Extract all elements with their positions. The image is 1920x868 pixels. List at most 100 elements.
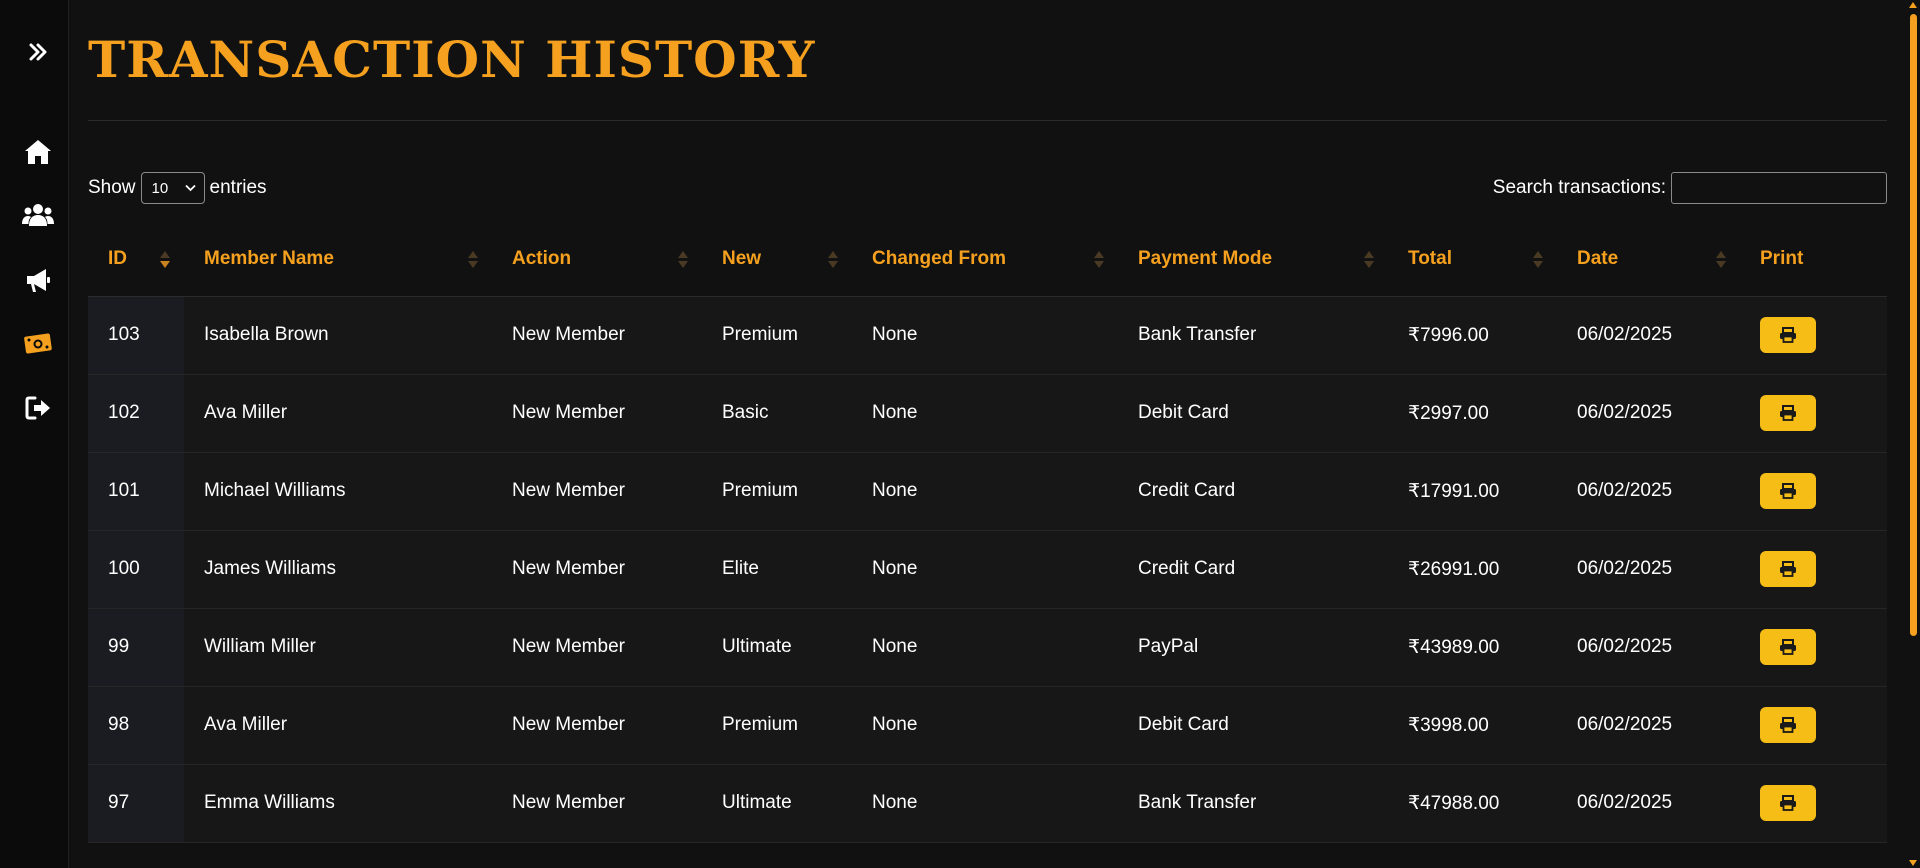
cell-new: Premium bbox=[702, 452, 852, 531]
cell-action: New Member bbox=[492, 686, 702, 765]
cell-changed-from: None bbox=[852, 296, 1118, 375]
sort-icon bbox=[678, 251, 688, 269]
cell-action: New Member bbox=[492, 452, 702, 531]
cell-payment-mode: Debit Card bbox=[1118, 686, 1388, 765]
table-row: 99 William Miller New Member Ultimate None Pa… bbox=[88, 608, 1887, 687]
money-bill-icon bbox=[24, 333, 52, 354]
cell-member-name: Ava Miller bbox=[184, 686, 492, 765]
page-scrollbar[interactable] bbox=[1907, 0, 1920, 868]
column-header-member-name[interactable]: Member Name bbox=[184, 222, 492, 297]
cell-payment-mode: Debit Card bbox=[1118, 374, 1388, 453]
column-header-date[interactable]: Date bbox=[1557, 222, 1740, 297]
entries-select[interactable]: 10 bbox=[140, 172, 205, 204]
cell-print bbox=[1740, 764, 1887, 843]
page-title: TRANSACTION HISTORY bbox=[88, 30, 816, 89]
scrollbar-thumb[interactable] bbox=[1910, 14, 1917, 636]
cell-new: Premium bbox=[702, 686, 852, 765]
print-button[interactable] bbox=[1760, 395, 1816, 431]
cell-payment-mode: Bank Transfer bbox=[1118, 296, 1388, 375]
column-header-total[interactable]: Total bbox=[1388, 222, 1557, 297]
cell-member-name: Isabella Brown bbox=[184, 296, 492, 375]
cell-date: 06/02/2025 bbox=[1557, 764, 1740, 843]
table-row: 101 Michael Williams New Member Premium None… bbox=[88, 452, 1887, 531]
cell-id: 97 bbox=[88, 764, 184, 843]
table-row: 97 Emma Williams New Member Ultimate None Ban… bbox=[88, 764, 1887, 843]
sidebar-item-members[interactable] bbox=[18, 195, 58, 235]
sidebar-item-announcements[interactable] bbox=[18, 260, 58, 300]
column-header-new[interactable]: New bbox=[702, 222, 852, 297]
double-chevron-right-icon bbox=[29, 43, 47, 61]
cell-new: Elite bbox=[702, 530, 852, 609]
column-header-changed-from[interactable]: Changed From bbox=[852, 222, 1118, 297]
column-header-action[interactable]: Action bbox=[492, 222, 702, 297]
sidebar-item-home[interactable] bbox=[18, 132, 58, 172]
cell-payment-mode: Credit Card bbox=[1118, 530, 1388, 609]
cell-date: 06/02/2025 bbox=[1557, 686, 1740, 765]
cell-total: ₹47988.00 bbox=[1388, 764, 1557, 843]
entries-select-value: 10 bbox=[151, 179, 169, 197]
cell-action: New Member bbox=[492, 608, 702, 687]
cell-payment-mode: Credit Card bbox=[1118, 452, 1388, 531]
search-label: Search transactions: bbox=[1492, 177, 1666, 198]
cell-id: 102 bbox=[88, 374, 184, 453]
sidebar bbox=[0, 0, 69, 868]
scroll-down-arrow-icon[interactable] bbox=[1909, 860, 1917, 866]
cell-date: 06/02/2025 bbox=[1557, 530, 1740, 609]
printer-icon bbox=[1780, 483, 1796, 499]
column-header-id[interactable]: ID bbox=[88, 222, 184, 297]
scroll-up-arrow-icon[interactable] bbox=[1909, 2, 1917, 8]
home-icon bbox=[25, 140, 51, 164]
cell-print bbox=[1740, 608, 1887, 687]
main-content: TRANSACTION HISTORY Show 10 entries Sear… bbox=[88, 0, 1887, 868]
print-button[interactable] bbox=[1760, 629, 1816, 665]
table-header-row: ID Member Name Action New Changed From P… bbox=[88, 222, 1887, 297]
cell-new: Premium bbox=[702, 296, 852, 375]
megaphone-icon bbox=[27, 269, 50, 292]
printer-icon bbox=[1780, 639, 1796, 655]
sort-icon bbox=[1533, 251, 1543, 269]
transactions-table: ID Member Name Action New Changed From P… bbox=[88, 222, 1887, 843]
cell-payment-mode: PayPal bbox=[1118, 608, 1388, 687]
printer-icon bbox=[1780, 405, 1796, 421]
cell-date: 06/02/2025 bbox=[1557, 608, 1740, 687]
printer-icon bbox=[1780, 795, 1796, 811]
cell-date: 06/02/2025 bbox=[1557, 374, 1740, 453]
expand-sidebar-button[interactable] bbox=[18, 32, 58, 72]
print-button[interactable] bbox=[1760, 317, 1816, 353]
printer-icon bbox=[1780, 717, 1796, 733]
search-input[interactable] bbox=[1671, 172, 1887, 204]
sidebar-item-logout[interactable] bbox=[18, 388, 58, 428]
table-body: 103 Isabella Brown New Member Premium None Ba… bbox=[88, 296, 1887, 843]
cell-total: ₹26991.00 bbox=[1388, 530, 1557, 609]
cell-member-name: Ava Miller bbox=[184, 374, 492, 453]
cell-payment-mode: Bank Transfer bbox=[1118, 764, 1388, 843]
table-row: 98 Ava Miller New Member Premium None Debit C… bbox=[88, 686, 1887, 765]
cell-total: ₹17991.00 bbox=[1388, 452, 1557, 531]
cell-changed-from: None bbox=[852, 452, 1118, 531]
sort-icon bbox=[1716, 251, 1726, 269]
cell-member-name: James Williams bbox=[184, 530, 492, 609]
cell-changed-from: None bbox=[852, 530, 1118, 609]
chevron-down-icon bbox=[184, 184, 196, 192]
sidebar-item-transactions[interactable] bbox=[18, 324, 58, 364]
print-button[interactable] bbox=[1760, 707, 1816, 743]
print-button[interactable] bbox=[1760, 785, 1816, 821]
print-button[interactable] bbox=[1760, 473, 1816, 509]
cell-member-name: Emma Williams bbox=[184, 764, 492, 843]
print-button[interactable] bbox=[1760, 551, 1816, 587]
cell-changed-from: None bbox=[852, 608, 1118, 687]
cell-print bbox=[1740, 296, 1887, 375]
cell-id: 101 bbox=[88, 452, 184, 531]
column-header-payment-mode[interactable]: Payment Mode bbox=[1118, 222, 1388, 297]
cell-total: ₹43989.00 bbox=[1388, 608, 1557, 687]
cell-action: New Member bbox=[492, 530, 702, 609]
sort-icon bbox=[1094, 251, 1104, 269]
entries-length-control: Show 10 entries bbox=[88, 171, 267, 205]
cell-changed-from: None bbox=[852, 374, 1118, 453]
sort-desc-icon bbox=[160, 251, 170, 269]
cell-total: ₹2997.00 bbox=[1388, 374, 1557, 453]
cell-print bbox=[1740, 530, 1887, 609]
cell-id: 103 bbox=[88, 296, 184, 375]
cell-member-name: William Miller bbox=[184, 608, 492, 687]
cell-action: New Member bbox=[492, 764, 702, 843]
